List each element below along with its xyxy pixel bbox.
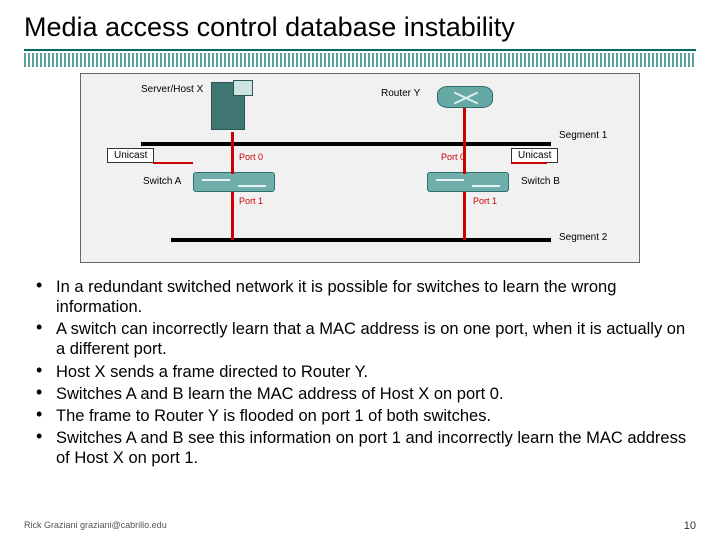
unicast-left-label: Unicast [107,148,154,163]
unicast-left-line [153,162,193,164]
switch-b-icon [427,172,509,192]
bullet-item: A switch can incorrectly learn that a MA… [30,319,696,359]
title-ticks [24,53,696,67]
swB-port1 [463,192,466,240]
bullet-item: The frame to Router Y is flooded on port… [30,406,696,426]
host-drop [231,132,234,144]
port0-a-label: Port 0 [239,152,263,162]
router-y-icon [437,86,493,108]
title-rule [24,49,696,51]
unicast-right-label: Unicast [511,148,558,163]
unicast-right-line [511,162,547,164]
footer-author: Rick Graziani graziani@cabrillo.edu [24,520,167,532]
router-drop [463,108,466,144]
switch-a-label: Switch A [143,176,181,187]
swA-port0 [231,144,234,174]
bullet-item: In a redundant switched network it is po… [30,277,696,317]
slide-title: Media access control database instabilit… [24,12,696,43]
network-diagram: Server/Host X Router Y Switch A Switch B… [80,73,640,263]
port1-a-label: Port 1 [239,196,263,206]
host-x-icon [211,80,257,132]
bullet-item: Switches A and B see this information on… [30,428,696,468]
port1-b-label: Port 1 [473,196,497,206]
segment2-line [171,238,551,242]
host-x-label: Server/Host X [141,84,203,95]
segment1-line [141,142,551,146]
router-y-label: Router Y [381,88,420,99]
swA-port1 [231,192,234,240]
swB-port0 [463,144,466,174]
bullet-item: Host X sends a frame directed to Router … [30,362,696,382]
page-number: 10 [684,520,696,532]
switch-a-icon [193,172,275,192]
segment1-label: Segment 1 [559,130,607,141]
bullet-item: Switches A and B learn the MAC address o… [30,384,696,404]
switch-b-label: Switch B [521,176,560,187]
bullet-list: In a redundant switched network it is po… [24,277,696,468]
slide-footer: Rick Graziani graziani@cabrillo.edu 10 [24,520,696,532]
segment2-label: Segment 2 [559,232,607,243]
port0-b-label: Port 0 [441,152,465,162]
